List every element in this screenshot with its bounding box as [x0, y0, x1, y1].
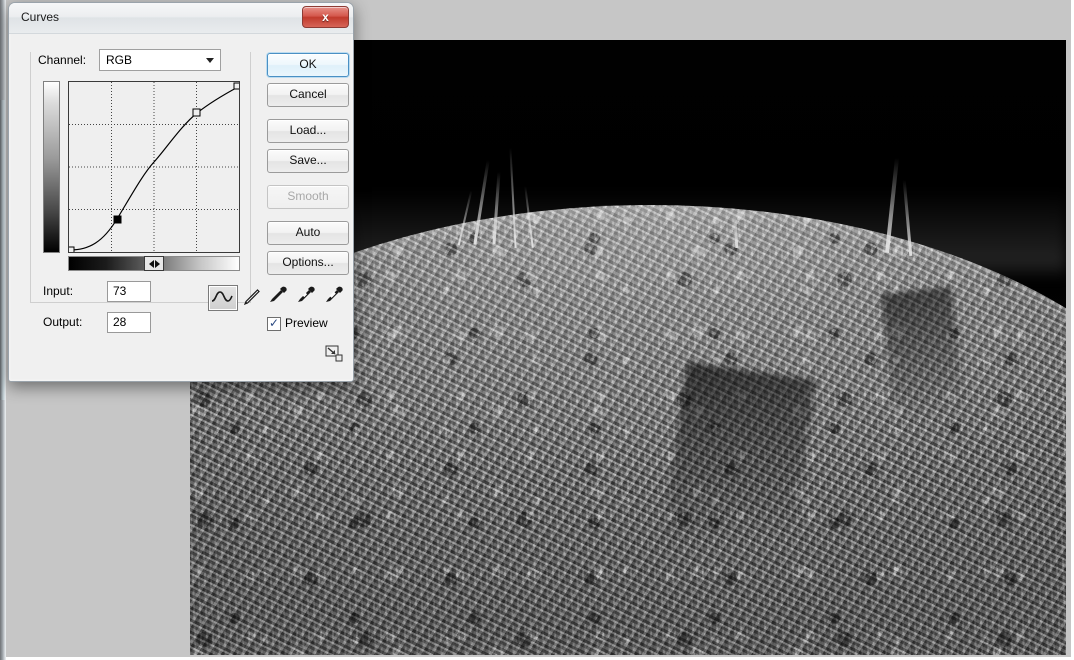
black-point-eyedropper-icon[interactable]	[267, 283, 289, 305]
curve-display-options-icon[interactable]	[325, 345, 345, 363]
channel-selected-value: RGB	[106, 53, 133, 67]
curves-dialog[interactable]: Curves x Channel: RGB Input: 73 Output: …	[8, 2, 354, 382]
channel-row: Channel: RGB	[23, 49, 251, 71]
curve-tool-glyph	[211, 291, 233, 302]
dialog-title: Curves	[21, 10, 60, 24]
ok-button[interactable]: OK	[267, 53, 349, 77]
dialog-titlebar[interactable]: Curves x	[9, 3, 353, 34]
smooth-button: Smooth	[267, 185, 349, 209]
handle-left-arrow	[148, 259, 154, 268]
cancel-button[interactable]: Cancel	[267, 83, 349, 107]
channel-select[interactable]: RGB	[99, 49, 221, 71]
split-arrow-handle-icon[interactable]	[144, 256, 164, 271]
output-label: Output:	[43, 315, 83, 329]
curve-point-selected	[113, 215, 122, 224]
white-point-eyedropper-icon[interactable]	[323, 283, 345, 305]
eyedropper-glyph	[270, 286, 287, 302]
close-icon[interactable]: x	[302, 6, 349, 28]
curves-left-column: Channel: RGB Input: 73 Output: 28	[23, 41, 260, 341]
output-gradient-strip	[43, 81, 60, 253]
pencil-tool-icon[interactable]	[241, 286, 263, 308]
output-value: 28	[113, 315, 127, 329]
chevron-down-icon	[206, 58, 214, 63]
curve-grid	[69, 82, 239, 252]
handle-right-arrow	[154, 259, 160, 268]
output-field[interactable]: 28	[107, 312, 151, 333]
options-button[interactable]: Options...	[267, 251, 349, 275]
tone-curve-path	[69, 86, 239, 251]
checkmark-icon: ✓	[269, 316, 280, 330]
auto-button[interactable]: Auto	[267, 221, 349, 245]
curve-graph[interactable]	[67, 81, 241, 254]
input-value: 73	[113, 284, 127, 298]
dialog-button-column: OK Cancel Load... Save... Smooth Auto Op…	[267, 53, 349, 281]
channel-label: Channel:	[38, 53, 87, 67]
curve-point-white	[233, 82, 241, 90]
gray-point-eyedropper-icon[interactable]	[295, 283, 317, 305]
eyedropper-glyph	[326, 286, 343, 302]
curve-tool-icon[interactable]	[208, 285, 238, 311]
preview-checkbox[interactable]: ✓	[267, 317, 281, 331]
pencil-tool-glyph	[243, 289, 260, 306]
load-button[interactable]: Load...	[267, 119, 349, 143]
input-field[interactable]: 73	[107, 281, 151, 302]
curve-graph-svg[interactable]	[67, 82, 241, 254]
curve-point-highlight	[192, 108, 201, 117]
curve-point-black	[67, 246, 75, 254]
eyedropper-glyph	[298, 286, 315, 302]
tone-gradient-bar[interactable]	[68, 256, 240, 271]
expand-glyph	[325, 345, 343, 362]
save-button[interactable]: Save...	[267, 149, 349, 173]
eyedropper-row	[267, 283, 347, 305]
preview-label: Preview	[285, 316, 328, 330]
left-dock-panel-strip	[0, 100, 5, 400]
input-label: Input:	[43, 284, 74, 298]
input-output-block: Input: 73 Output: 28	[43, 281, 260, 337]
close-icon-glyph: x	[322, 10, 329, 24]
